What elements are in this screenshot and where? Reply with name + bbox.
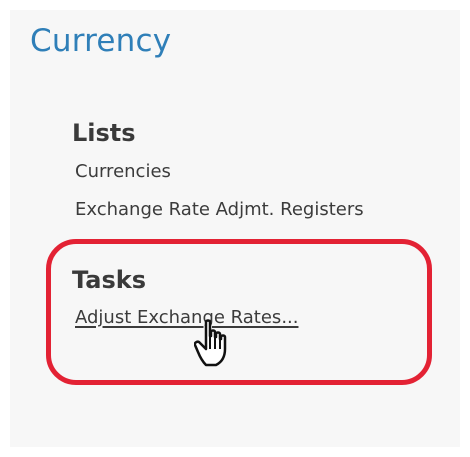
- section-title: Currency: [30, 23, 172, 59]
- list-item-exchange-rate-adjmt-registers[interactable]: Exchange Rate Adjmt. Registers: [75, 198, 364, 222]
- highlight-box: [46, 239, 432, 385]
- lists-heading: Lists: [72, 119, 136, 147]
- hand-pointer-icon: [193, 318, 232, 374]
- list-item-currencies[interactable]: Currencies: [75, 160, 171, 184]
